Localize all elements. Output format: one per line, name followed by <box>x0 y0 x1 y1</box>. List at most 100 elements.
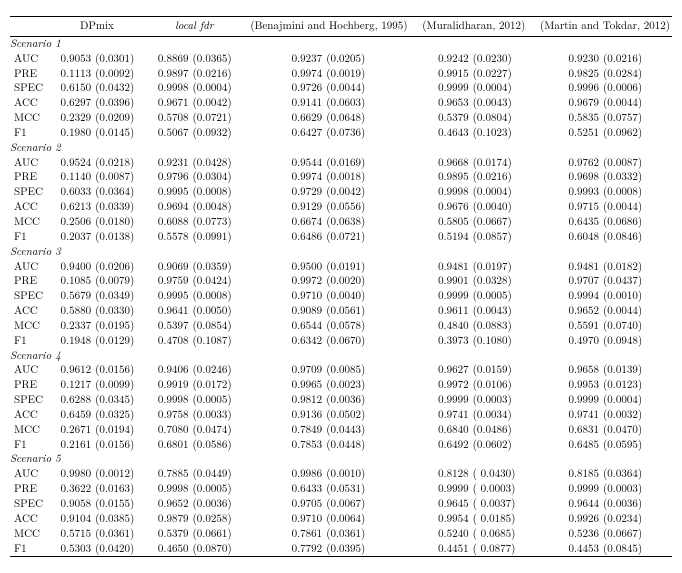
se-cell: (0.0486) <box>471 423 528 438</box>
se-cell: (0.0209) <box>93 111 140 126</box>
value-cell: 0.5591 <box>538 319 601 334</box>
se-cell: (0.0087) <box>601 156 672 171</box>
value-cell: 0.4451 <box>420 542 470 557</box>
se-cell: (0.0740) <box>601 319 672 334</box>
value-cell: 0.9998 <box>151 393 191 408</box>
value-cell: 0.4650 <box>151 542 191 557</box>
se-cell: (0.0018) <box>324 170 409 185</box>
value-cell: 0.9741 <box>538 408 601 423</box>
se-cell: (0.0602) <box>471 438 528 453</box>
value-cell: 0.9759 <box>151 274 191 289</box>
se-cell: (0.0006) <box>601 81 672 96</box>
value-cell: 0.9726 <box>248 81 324 96</box>
value-cell: 0.4708 <box>151 334 191 349</box>
value-cell: 0.5251 <box>538 126 601 141</box>
se-cell: (0.0050) <box>190 304 237 319</box>
value-cell: 0.9954 <box>420 512 470 527</box>
metric-label: ACC <box>10 304 54 319</box>
value-cell: 0.9058 <box>54 497 94 512</box>
value-cell: 0.9972 <box>420 378 470 393</box>
value-cell: 0.6485 <box>538 438 601 453</box>
se-cell: (0.0448) <box>324 438 409 453</box>
se-cell: (0.0019) <box>324 67 409 82</box>
se-cell: (0.0099) <box>93 378 140 393</box>
se-cell: (0.0395) <box>324 542 409 557</box>
header-dpmix: DPmix <box>54 17 141 37</box>
value-cell: 0.9741 <box>420 408 470 423</box>
se-cell: ( 0.0430) <box>471 467 528 482</box>
value-cell: 0.9953 <box>538 378 601 393</box>
se-cell: (0.0008) <box>601 185 672 200</box>
se-cell: (0.0003) <box>471 393 528 408</box>
se-cell: (0.0365) <box>190 52 237 67</box>
value-cell: 0.2037 <box>54 230 94 245</box>
value-cell: 0.9652 <box>538 304 601 319</box>
metric-label: PRE <box>10 170 54 185</box>
value-cell: 0.6048 <box>538 230 601 245</box>
value-cell: 0.9406 <box>151 363 191 378</box>
value-cell: 0.9544 <box>248 156 324 171</box>
se-cell: (0.0085) <box>324 363 409 378</box>
se-cell: (0.0991) <box>190 230 237 245</box>
results-table: DPmixlocal fdr(Benajmini and Hochberg, 1… <box>10 16 672 557</box>
metric-label: MCC <box>10 527 54 542</box>
se-cell: (0.0043) <box>471 304 528 319</box>
se-cell: (0.0757) <box>601 111 672 126</box>
value-cell: 0.5240 <box>420 527 470 542</box>
value-cell: 0.9481 <box>538 260 601 275</box>
se-cell: (0.1023) <box>471 126 528 141</box>
se-cell: (0.0036) <box>601 497 672 512</box>
se-cell: (0.0661) <box>190 527 237 542</box>
value-cell: 0.1113 <box>54 67 94 82</box>
se-cell: (0.0206) <box>93 260 140 275</box>
se-cell: (0.0174) <box>471 156 528 171</box>
se-cell: (0.0008) <box>190 289 237 304</box>
se-cell: (0.0194) <box>93 423 140 438</box>
value-cell: 0.6150 <box>54 81 94 96</box>
value-cell: 0.7861 <box>248 527 324 542</box>
value-cell: 0.9237 <box>248 52 324 67</box>
se-cell: (0.1087) <box>190 334 237 349</box>
se-cell: (0.0032) <box>601 408 672 423</box>
se-cell: (0.0962) <box>601 126 672 141</box>
se-cell: (0.0424) <box>190 274 237 289</box>
se-cell: (0.0067) <box>324 497 409 512</box>
se-cell: (0.0191) <box>324 260 409 275</box>
value-cell: 0.9926 <box>538 512 601 527</box>
metric-label: PRE <box>10 67 54 82</box>
value-cell: 0.5236 <box>538 527 601 542</box>
se-cell: (0.0020) <box>324 274 409 289</box>
value-cell: 0.9709 <box>248 363 324 378</box>
se-cell: (0.0332) <box>601 170 672 185</box>
value-cell: 0.9524 <box>54 156 94 171</box>
value-cell: 0.9129 <box>248 200 324 215</box>
value-cell: 0.9705 <box>248 497 324 512</box>
value-cell: 0.5578 <box>151 230 191 245</box>
value-cell: 0.9974 <box>248 170 324 185</box>
se-cell: (0.0721) <box>324 230 409 245</box>
se-cell: (0.0010) <box>601 289 672 304</box>
se-cell: (0.0364) <box>93 185 140 200</box>
se-cell: (0.0216) <box>601 52 672 67</box>
value-cell: 0.9825 <box>538 67 601 82</box>
metric-label: SPEC <box>10 497 54 512</box>
se-cell: (0.0345) <box>93 393 140 408</box>
value-cell: 0.9999 <box>538 482 601 497</box>
se-cell: ( 0.0003) <box>471 482 528 497</box>
metric-label: F1 <box>10 126 54 141</box>
se-cell: (0.0156) <box>93 363 140 378</box>
se-cell: (0.0042) <box>324 185 409 200</box>
se-cell: (0.0033) <box>190 408 237 423</box>
se-cell: (0.0870) <box>190 542 237 557</box>
se-cell: (0.0023) <box>324 378 409 393</box>
value-cell: 0.1217 <box>54 378 94 393</box>
value-cell: 0.9652 <box>151 497 191 512</box>
se-cell: (0.0846) <box>601 230 672 245</box>
value-cell: 0.5379 <box>420 111 470 126</box>
value-cell: 0.6674 <box>248 215 324 230</box>
value-cell: 0.5194 <box>420 230 470 245</box>
value-cell: 0.9986 <box>248 467 324 482</box>
value-cell: 0.1085 <box>54 274 94 289</box>
metric-label: PRE <box>10 274 54 289</box>
se-cell: (0.0304) <box>190 170 237 185</box>
